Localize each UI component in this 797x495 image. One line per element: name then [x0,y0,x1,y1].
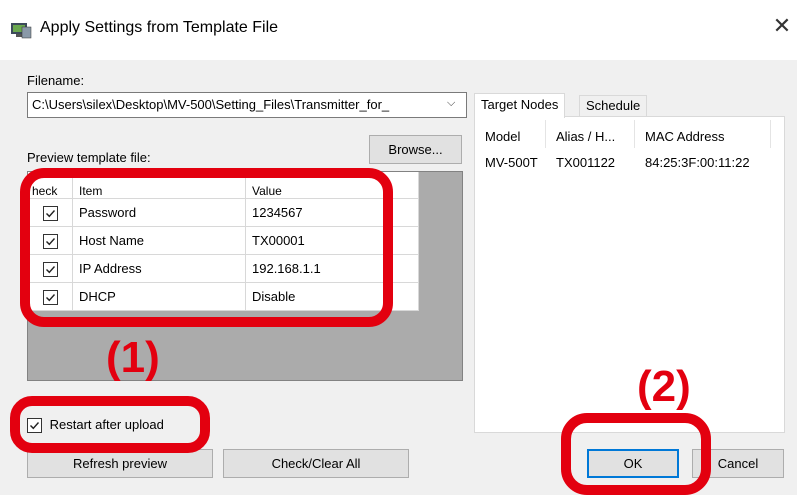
annotation-label-1: (1) [106,333,160,382]
annotation-box-1 [20,168,393,327]
column-header-model[interactable]: Model [485,129,520,144]
column-header-mac[interactable]: MAC Address [645,129,724,144]
window-title: Apply Settings from Template File [40,19,279,36]
node-alias[interactable]: TX001122 [556,155,615,170]
close-icon[interactable]: ✕ [770,14,794,40]
refresh-preview-button[interactable]: Refresh preview [27,449,213,478]
browse-button[interactable]: Browse... [369,135,462,164]
node-mac[interactable]: 84:25:3F:00:11:22 [645,155,750,170]
check-clear-all-button[interactable]: Check/Clear All [223,449,409,478]
annotation-label-2: (2) [637,362,691,411]
chevron-down-icon[interactable]: ⌵ [447,96,455,110]
column-divider[interactable] [545,120,546,148]
filename-value: C:\Users\silex\Desktop\MV-500\Setting_Fi… [32,97,390,112]
annotation-box-restart [10,396,210,453]
node-model[interactable]: MV-500T [485,155,538,170]
tab-target-nodes[interactable]: Target Nodes [474,93,566,118]
annotation-box-2 [561,413,711,495]
tab-schedule[interactable]: Schedule [579,95,648,116]
filename-combobox[interactable]: C:\Users\silex\Desktop\MV-500\Setting_Fi… [27,92,467,118]
app-icon [10,21,32,39]
filename-label: Filename: [27,73,85,88]
column-divider[interactable] [634,120,635,148]
preview-template-label: Preview template file: [27,150,151,165]
column-header-alias[interactable]: Alias / H... [556,129,615,144]
column-divider[interactable] [770,120,771,148]
